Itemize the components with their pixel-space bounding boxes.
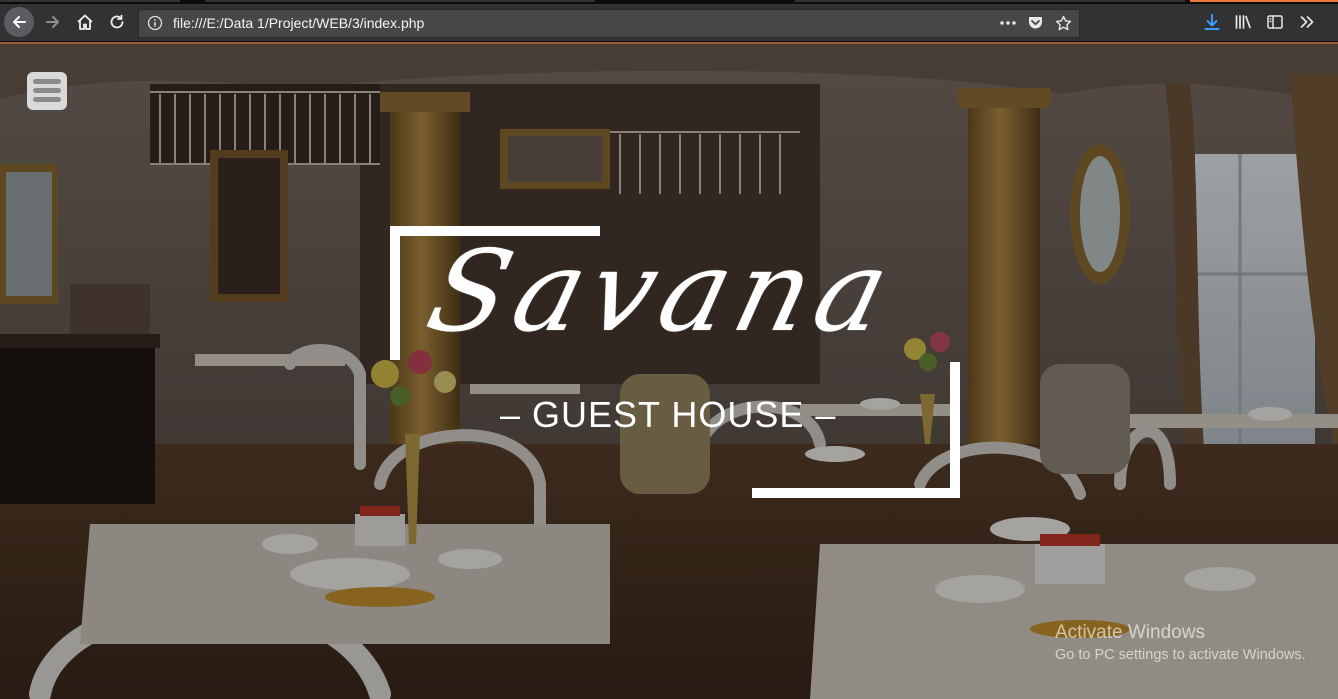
overflow-chevron-icon[interactable]: [1298, 13, 1316, 31]
star-icon[interactable]: [1055, 15, 1072, 32]
home-button[interactable]: [70, 7, 100, 37]
watermark-title: Activate Windows: [1055, 622, 1205, 643]
frame-left-line: [390, 226, 400, 360]
download-icon[interactable]: [1203, 13, 1221, 31]
arrow-right-icon: [46, 16, 59, 28]
forward-button[interactable]: [38, 7, 68, 37]
hamburger-icon: [33, 79, 61, 84]
info-icon[interactable]: [147, 15, 163, 31]
tab-active[interactable]: [1190, 0, 1338, 2]
watermark-subtitle: Go to PC settings to activate Windows.: [1055, 647, 1306, 663]
hero-section: Savana – GUEST HOUSE – Activate Windows …: [0, 44, 1338, 699]
url-text[interactable]: file:///E:/Data 1/Project/WEB/3/index.ph…: [173, 15, 424, 31]
pocket-icon[interactable]: [1027, 15, 1044, 31]
hamburger-icon-bar: [33, 97, 61, 102]
tab[interactable]: [600, 0, 790, 2]
tab[interactable]: [205, 0, 595, 2]
frame-right-line: [950, 362, 960, 498]
activate-windows-watermark: Activate Windows Go to PC settings to ac…: [1055, 622, 1306, 663]
home-icon: [77, 14, 93, 30]
menu-toggle-button[interactable]: [27, 72, 67, 110]
back-button[interactable]: [4, 7, 34, 37]
logo-title: Savana: [415, 227, 909, 357]
library-icon[interactable]: [1234, 13, 1252, 31]
tab[interactable]: [795, 0, 1185, 2]
arrow-left-icon: [13, 16, 26, 28]
sidebar-icon[interactable]: [1266, 13, 1284, 31]
browser-toolbar: file:///E:/Data 1/Project/WEB/3/index.ph…: [0, 4, 1338, 42]
reload-icon: [110, 14, 124, 29]
logo-tagline: – GUEST HOUSE –: [500, 394, 837, 435]
ellipsis-icon[interactable]: [999, 15, 1017, 31]
frame-bottom-line: [752, 488, 960, 498]
hamburger-icon-bar: [33, 88, 61, 93]
address-bar[interactable]: file:///E:/Data 1/Project/WEB/3/index.ph…: [138, 9, 1080, 38]
tab[interactable]: [0, 0, 180, 2]
reload-button[interactable]: [102, 7, 132, 37]
